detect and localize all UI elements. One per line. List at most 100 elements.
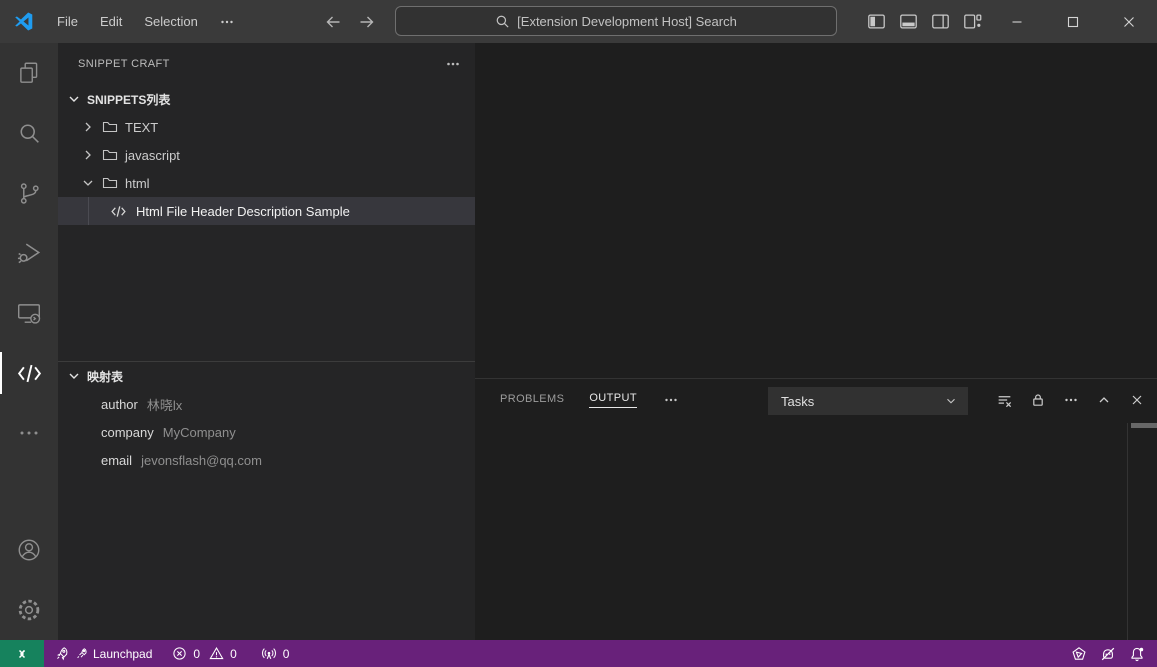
source-control-icon[interactable] bbox=[0, 163, 58, 223]
tree-item-label: javascript bbox=[125, 148, 180, 163]
forward-arrow-icon[interactable] bbox=[357, 12, 377, 32]
bottom-panel: PROBLEMS OUTPUT Tasks bbox=[475, 378, 1157, 640]
settings-gear-icon[interactable] bbox=[0, 580, 58, 640]
warning-icon bbox=[209, 646, 224, 661]
output-content[interactable] bbox=[475, 421, 1157, 640]
maximize-icon[interactable] bbox=[1045, 0, 1101, 43]
mapping-key: author bbox=[101, 397, 138, 412]
snippet-craft-view-icon[interactable] bbox=[0, 343, 58, 403]
remote-explorer-icon[interactable] bbox=[0, 283, 58, 343]
tab-problems[interactable]: PROBLEMS bbox=[500, 393, 564, 408]
vscode-logo bbox=[13, 11, 34, 32]
rocket-icon bbox=[55, 646, 70, 661]
panel-scrollbar-divider bbox=[1127, 423, 1128, 640]
tree-indent-guide bbox=[88, 197, 89, 225]
copilot-disabled-icon[interactable] bbox=[1095, 640, 1121, 667]
chevron-down-icon bbox=[80, 175, 96, 191]
menu-file[interactable]: File bbox=[46, 8, 89, 36]
editor-area: PROBLEMS OUTPUT Tasks bbox=[475, 43, 1157, 640]
search-placeholder: [Extension Development Host] Search bbox=[517, 14, 737, 29]
toggle-panel-icon[interactable] bbox=[899, 12, 918, 31]
toggle-secondary-sidebar-icon[interactable] bbox=[931, 12, 950, 31]
close-window-icon[interactable] bbox=[1101, 0, 1157, 43]
launch-icon bbox=[75, 647, 88, 660]
folder-icon bbox=[102, 147, 118, 163]
accounts-icon[interactable] bbox=[0, 520, 58, 580]
menu-edit[interactable]: Edit bbox=[89, 8, 133, 36]
layout-controls bbox=[867, 0, 982, 43]
tree-item-label: html bbox=[125, 176, 150, 191]
minimize-icon[interactable] bbox=[989, 0, 1045, 43]
panel-header: PROBLEMS OUTPUT Tasks bbox=[475, 379, 1157, 421]
pane-header-label: 映射表 bbox=[87, 368, 123, 385]
problems-status-item[interactable]: 0 0 bbox=[165, 640, 243, 667]
remote-indicator[interactable] bbox=[0, 640, 44, 667]
mapping-table-pane: 映射表 author 林晓lx company MyCompany email … bbox=[58, 361, 475, 640]
tree-item-snippet-selected[interactable]: Html File Header Description Sample bbox=[58, 197, 475, 225]
tree-item-label: Html File Header Description Sample bbox=[136, 204, 350, 219]
customize-layout-icon[interactable] bbox=[963, 12, 982, 31]
workbench: SNIPPET CRAFT SNIPPETS列表 bbox=[0, 43, 1157, 640]
additional-views-icon[interactable] bbox=[0, 403, 58, 463]
mapping-key: company bbox=[101, 425, 154, 440]
broadcast-status-item[interactable]: 0 bbox=[254, 640, 297, 667]
status-bar: Launchpad 0 0 0 bbox=[0, 640, 1157, 667]
sidebar-more-actions-icon[interactable] bbox=[445, 56, 461, 72]
output-channel-select[interactable]: Tasks bbox=[768, 387, 968, 415]
chevron-down-icon bbox=[66, 91, 82, 107]
folder-icon bbox=[102, 119, 118, 135]
close-panel-icon[interactable] bbox=[1129, 392, 1145, 408]
history-navigation bbox=[323, 12, 377, 32]
window-controls bbox=[989, 0, 1157, 43]
explorer-files-icon[interactable] bbox=[0, 43, 58, 103]
command-center-search[interactable]: [Extension Development Host] Search bbox=[395, 6, 837, 36]
clear-output-icon[interactable] bbox=[996, 392, 1013, 409]
tree-item-label: TEXT bbox=[125, 120, 158, 135]
warning-count: 0 bbox=[230, 647, 237, 661]
panel-more-actions-icon[interactable] bbox=[1063, 392, 1079, 408]
editor-empty-group[interactable] bbox=[475, 43, 1157, 378]
menu-overflow-icon[interactable] bbox=[209, 14, 245, 30]
launchpad-label: Launchpad bbox=[93, 647, 152, 661]
panel-actions bbox=[996, 379, 1145, 421]
panel-more-tabs-icon[interactable] bbox=[663, 392, 679, 408]
titlebar: File Edit Selection [Extension Developme… bbox=[0, 0, 1157, 43]
remote-indicator-icon bbox=[14, 646, 30, 662]
tree-item-javascript-folder[interactable]: javascript bbox=[58, 141, 475, 169]
error-icon bbox=[172, 646, 187, 661]
tree-item-html-folder[interactable]: html bbox=[58, 169, 475, 197]
pane-header-label: SNIPPETS列表 bbox=[87, 91, 170, 108]
output-channel-value: Tasks bbox=[781, 394, 814, 409]
menu-selection[interactable]: Selection bbox=[133, 8, 208, 36]
snippets-pane-header[interactable]: SNIPPETS列表 bbox=[58, 85, 475, 113]
search-sidebar-icon[interactable] bbox=[0, 103, 58, 163]
activity-bar bbox=[0, 43, 58, 640]
broadcast-count: 0 bbox=[283, 647, 290, 661]
mapping-row-email[interactable]: email jevonsflash@qq.com bbox=[58, 446, 475, 474]
chevron-right-icon bbox=[80, 147, 96, 163]
tab-output[interactable]: OUTPUT bbox=[589, 392, 637, 408]
broadcast-icon bbox=[261, 646, 277, 662]
mapping-value: MyCompany bbox=[163, 425, 236, 440]
snippet-code-icon bbox=[110, 203, 127, 220]
maximize-panel-chevron-up-icon[interactable] bbox=[1096, 392, 1112, 408]
extension-status-icon[interactable] bbox=[1066, 640, 1092, 667]
sidebar-title: SNIPPET CRAFT bbox=[78, 58, 170, 70]
lock-icon[interactable] bbox=[1030, 392, 1046, 408]
vscode-window: File Edit Selection [Extension Developme… bbox=[0, 0, 1157, 667]
mapping-pane-header[interactable]: 映射表 bbox=[58, 362, 475, 390]
panel-scrollbar-thumb[interactable] bbox=[1131, 423, 1157, 428]
sidebar-title-row: SNIPPET CRAFT bbox=[58, 43, 475, 85]
launchpad-item[interactable]: Launchpad bbox=[48, 640, 159, 667]
folder-icon bbox=[102, 175, 118, 191]
tree-item-text-folder[interactable]: TEXT bbox=[58, 113, 475, 141]
toggle-sidebar-icon[interactable] bbox=[867, 12, 886, 31]
error-count: 0 bbox=[193, 647, 200, 661]
notifications-bell-icon[interactable] bbox=[1124, 640, 1150, 667]
run-debug-icon[interactable] bbox=[0, 223, 58, 283]
snippets-list-pane: SNIPPETS列表 TEXT javascript bbox=[58, 85, 475, 361]
back-arrow-icon[interactable] bbox=[323, 12, 343, 32]
chevron-down-icon bbox=[944, 394, 958, 408]
mapping-row-company[interactable]: company MyCompany bbox=[58, 418, 475, 446]
mapping-row-author[interactable]: author 林晓lx bbox=[58, 390, 475, 418]
